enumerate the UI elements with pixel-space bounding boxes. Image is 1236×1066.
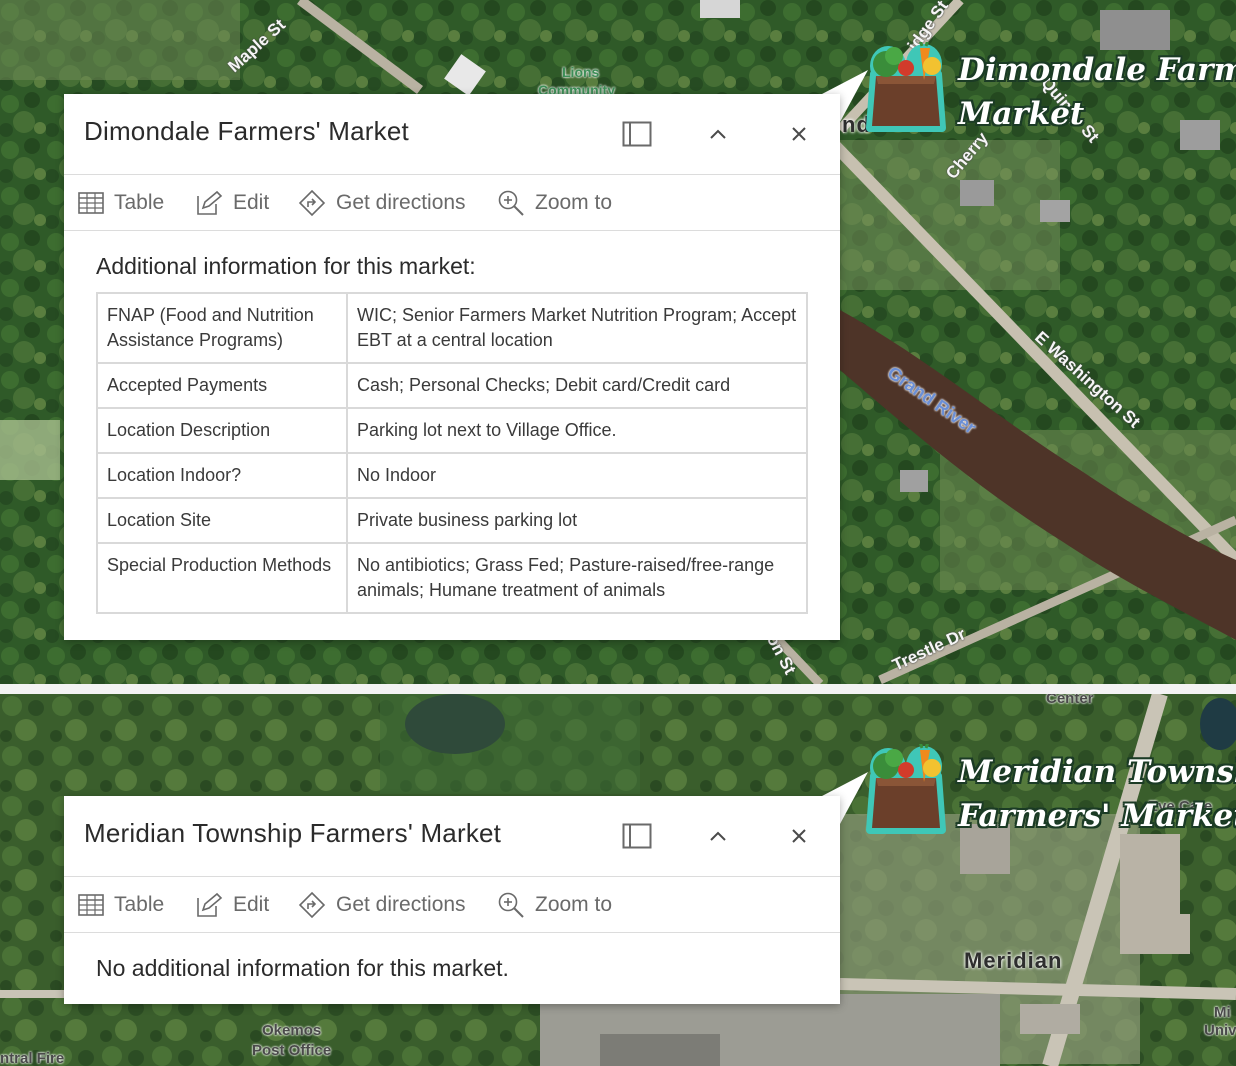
directions-icon [298, 891, 326, 918]
close-icon [792, 127, 806, 141]
popup-toolbar: Table Edit Get directions Zoom to [64, 175, 840, 231]
field-name: Location Description [96, 407, 348, 454]
collapse-button[interactable] [700, 818, 736, 854]
dock-button[interactable] [619, 818, 655, 854]
field-name: Accepted Payments [96, 362, 348, 409]
collapse-button[interactable] [700, 116, 736, 152]
dock-icon [622, 823, 652, 849]
popup-title: Dimondale Farmers' Market [84, 116, 409, 146]
get-directions-label: Get directions [336, 892, 466, 916]
close-icon [792, 829, 806, 843]
field-name: Location Site [96, 497, 348, 544]
poi-label: Lions [562, 64, 600, 80]
zoom-to-button[interactable]: Zoom to [497, 175, 612, 230]
zoom-to-label: Zoom to [535, 190, 613, 214]
collapse-chevron-icon [710, 129, 726, 139]
dock-button[interactable] [619, 116, 655, 152]
panel-divider [0, 684, 1236, 694]
field-value: No Indoor [346, 452, 808, 499]
edit-icon [197, 190, 223, 215]
map-view-top[interactable]: Maple St idge St Quincy St Cherry E Wash… [0, 0, 1236, 684]
table-row: Location Site Private business parking l… [96, 497, 808, 544]
marker-label-line: Market [958, 96, 1085, 132]
table-row: FNAP (Food and Nutrition Assistance Prog… [96, 292, 808, 364]
table-row: Accepted Payments Cash; Personal Checks;… [96, 362, 808, 409]
place-label: Meridian [964, 948, 1063, 973]
field-value: Private business parking lot [346, 497, 808, 544]
field-value: No antibiotics; Grass Fed; Pasture-raise… [346, 542, 808, 614]
zoom-to-icon [498, 190, 524, 216]
dock-icon [622, 121, 652, 147]
table-row: Location Description Parking lot next to… [96, 407, 808, 454]
table-button[interactable]: Table [78, 877, 164, 932]
popup-toolbar: Table Edit Get directions Zoom to [64, 877, 840, 933]
marker-label-line: Farmers' Market [958, 798, 1236, 834]
edit-icon [197, 892, 223, 917]
edit-button[interactable]: Edit [195, 877, 269, 932]
get-directions-button[interactable]: Get directions [298, 175, 466, 230]
map-view-bottom[interactable]: Center Eye Care Okemos Post Office ntral… [0, 694, 1236, 1066]
marker-label: Dimondale Farmers' Market [958, 48, 1236, 136]
section-title: Additional information for this market: [96, 253, 476, 279]
feature-popup: Dimondale Farmers' Market Table Edit Get… [64, 94, 840, 640]
poi-label: Okemos [262, 1022, 322, 1039]
feature-popup: Meridian Township Farmers' Market Table … [64, 796, 840, 1004]
popup-title: Meridian Township Farmers' Market [84, 818, 502, 848]
poi-label: Mi [1214, 1004, 1231, 1021]
poi-label: Post Office [252, 1042, 332, 1059]
poi-label: Center [1046, 694, 1094, 707]
zoom-to-button[interactable]: Zoom to [497, 877, 612, 932]
attribute-table: FNAP (Food and Nutrition Assistance Prog… [96, 292, 808, 614]
zoom-to-label: Zoom to [535, 892, 613, 916]
field-name: Special Production Methods [96, 542, 348, 614]
table-button-label: Table [114, 892, 165, 916]
marker-label: Meridian Township Farmers' Market [958, 750, 1236, 838]
poi-label: ntral Fire [0, 1050, 65, 1066]
popup-header: Meridian Township Farmers' Market [64, 796, 840, 877]
table-icon [78, 191, 104, 214]
produce-bag-icon[interactable] [864, 744, 948, 834]
edit-button-label: Edit [233, 190, 270, 214]
get-directions-button[interactable]: Get directions [298, 877, 466, 932]
popup-header: Dimondale Farmers' Market [64, 94, 840, 175]
field-value: Parking lot next to Village Office. [346, 407, 808, 454]
table-button-label: Table [114, 190, 165, 214]
close-button[interactable] [781, 818, 817, 854]
get-directions-label: Get directions [336, 190, 466, 214]
marker-label-line: Meridian Township [958, 754, 1236, 790]
close-button[interactable] [781, 116, 817, 152]
field-name: Location Indoor? [96, 452, 348, 499]
field-value: Cash; Personal Checks; Debit card/Credit… [346, 362, 808, 409]
table-button[interactable]: Table [78, 175, 164, 230]
poi-label: Univ [1204, 1022, 1236, 1039]
collapse-chevron-icon [710, 831, 726, 841]
directions-icon [298, 189, 326, 216]
table-row: Location Indoor? No Indoor [96, 452, 808, 499]
edit-button-label: Edit [233, 892, 270, 916]
table-icon [78, 893, 104, 916]
table-row: Special Production Methods No antibiotic… [96, 542, 808, 614]
field-value: WIC; Senior Farmers Market Nutrition Pro… [346, 292, 808, 364]
marker-label-line: Dimondale Farmers' [958, 52, 1236, 88]
edit-button[interactable]: Edit [195, 175, 269, 230]
zoom-to-icon [498, 892, 524, 918]
no-info-message: No additional information for this marke… [96, 955, 509, 981]
field-name: FNAP (Food and Nutrition Assistance Prog… [96, 292, 348, 364]
produce-bag-icon[interactable] [864, 42, 948, 132]
